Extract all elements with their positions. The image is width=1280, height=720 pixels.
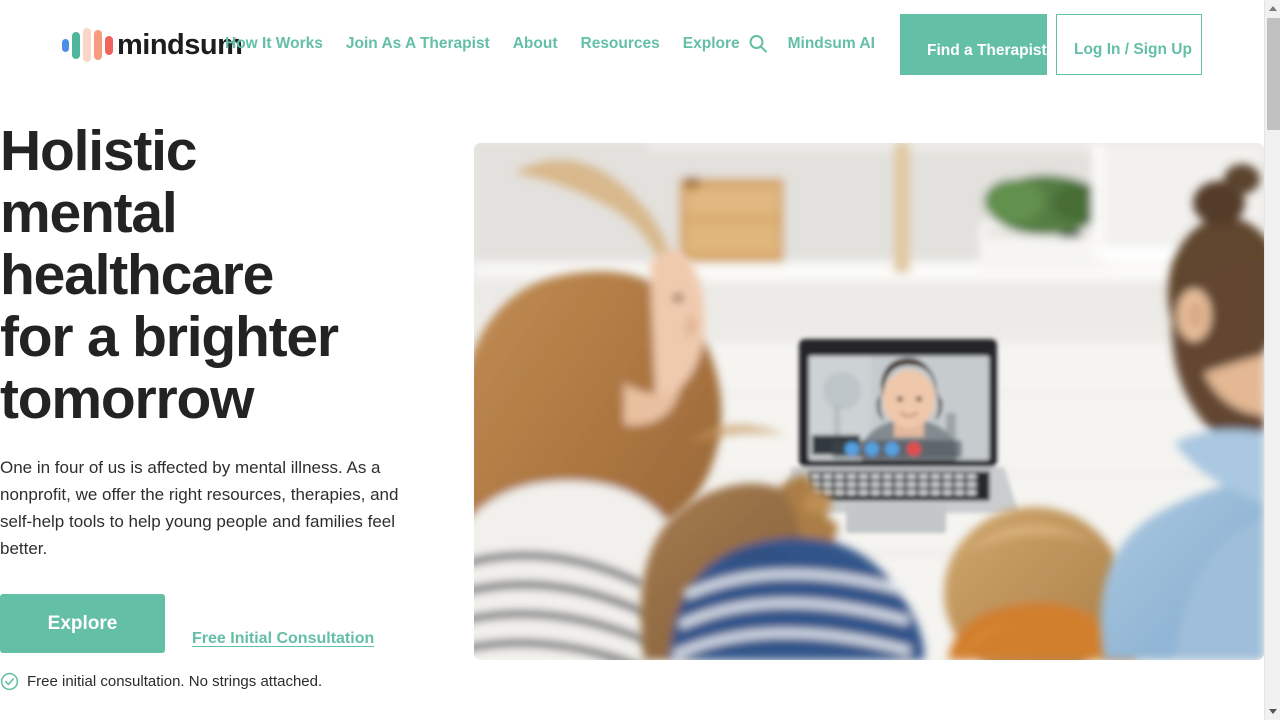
check-circle-icon (0, 672, 19, 691)
header-actions: Find a Therapist Log In / Sign Up (900, 14, 1202, 75)
page-title: Holistic mental healthcare for a brighte… (0, 119, 339, 431)
page-viewport: mindsum How It Works Join As A Therapist… (0, 0, 1264, 720)
site-header: mindsum How It Works Join As A Therapist… (0, 0, 1264, 88)
assurance-text: Free initial consultation. No strings at… (27, 673, 323, 690)
find-therapist-button[interactable]: Find a Therapist (900, 14, 1047, 75)
logo[interactable]: mindsum (62, 25, 243, 65)
nav-join-as-a-therapist[interactable]: Join As A Therapist (346, 30, 490, 58)
nav-explore[interactable]: Explore (683, 30, 740, 58)
login-signup-button[interactable]: Log In / Sign Up (1056, 14, 1202, 75)
explore-button[interactable]: Explore (0, 594, 165, 653)
scroll-up-arrow-icon[interactable] (1265, 0, 1280, 17)
vertical-scrollbar[interactable] (1264, 0, 1280, 720)
hero-photo-illustration (474, 143, 1264, 660)
free-initial-consultation-link[interactable]: Free Initial Consultation (192, 630, 374, 648)
main-navigation: How It Works Join As A Therapist About R… (225, 30, 898, 58)
nav-resources[interactable]: Resources (581, 30, 660, 58)
hero-cta-group: Explore Free Initial Consultation (0, 594, 440, 653)
logo-wordmark: mindsum (117, 28, 243, 61)
mindsum-bars-logo-icon (62, 28, 113, 62)
hero-content: Holistic mental healthcare for a brighte… (0, 120, 440, 691)
hero-image (474, 143, 1264, 660)
scrollbar-thumb[interactable] (1267, 18, 1280, 130)
browser-page: mindsum How It Works Join As A Therapist… (0, 0, 1280, 720)
nav-how-it-works[interactable]: How It Works (225, 30, 323, 58)
search-icon[interactable] (748, 34, 768, 54)
assurance-note: Free initial consultation. No strings at… (0, 672, 440, 691)
scroll-down-arrow-icon[interactable] (1265, 703, 1280, 720)
hero-subtitle: One in four of us is affected by mental … (0, 458, 399, 558)
nav-mindsum-ai[interactable]: Mindsum AI (788, 30, 875, 58)
nav-about[interactable]: About (513, 30, 558, 58)
